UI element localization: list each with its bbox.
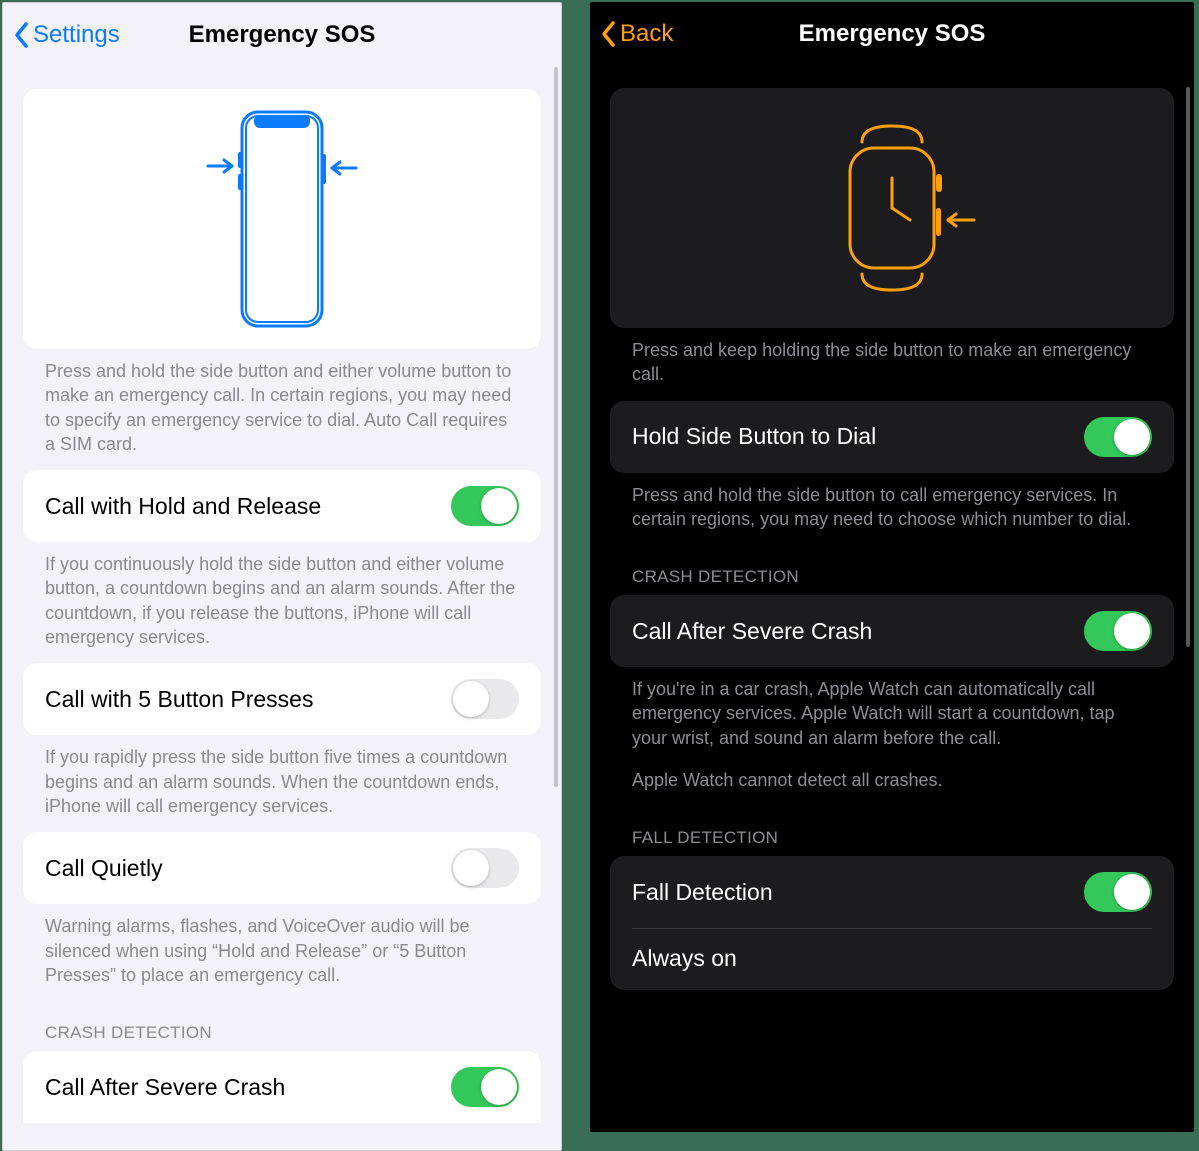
row-call-5-presses[interactable]: Call with 5 Button Presses	[23, 663, 541, 735]
row-call-quietly[interactable]: Call Quietly	[23, 832, 541, 904]
row-label: Call with 5 Button Presses	[45, 686, 313, 713]
row-footer-2: Apple Watch cannot detect all crashes.	[610, 764, 1174, 806]
chevron-left-icon	[13, 21, 31, 49]
back-button[interactable]: Settings	[13, 21, 120, 49]
hero-footer: Press and keep holding the side button t…	[610, 328, 1174, 401]
content-scroll[interactable]: Press and hold the side button and eithe…	[3, 67, 561, 1123]
back-label: Back	[620, 20, 673, 48]
toggle-call-5-presses[interactable]	[451, 679, 519, 719]
row-label: Hold Side Button to Dial	[632, 423, 876, 450]
hero-illustration	[610, 88, 1174, 328]
section-header-crash: CRASH DETECTION	[23, 1001, 541, 1051]
row-label: Call with Hold and Release	[45, 493, 321, 520]
toggle-call-after-crash[interactable]	[451, 1067, 519, 1107]
page-title: Emergency SOS	[590, 20, 1194, 48]
row-footer: Press and hold the side button to call e…	[610, 473, 1174, 546]
back-label: Settings	[33, 21, 120, 49]
chevron-left-icon	[600, 20, 618, 48]
hero-illustration	[23, 89, 541, 349]
row-footer: If you rapidly press the side button fiv…	[23, 735, 541, 832]
content-scroll[interactable]: Press and keep holding the side button t…	[590, 66, 1194, 990]
row-label: Fall Detection	[632, 879, 773, 906]
row-call-after-crash[interactable]: Call After Severe Crash	[23, 1051, 541, 1123]
back-button[interactable]: Back	[600, 20, 673, 48]
row-footer: If you're in a car crash, Apple Watch ca…	[610, 667, 1174, 764]
iphone-outline-icon	[202, 104, 362, 334]
hero-footer: Press and hold the side button and eithe…	[23, 349, 541, 470]
section-header-crash: CRASH DETECTION	[610, 545, 1174, 595]
toggle-call-hold-release[interactable]	[451, 486, 519, 526]
toggle-fall-detection[interactable]	[1084, 872, 1152, 912]
toggle-hold-side-button[interactable]	[1084, 417, 1152, 457]
row-footer: Warning alarms, flashes, and VoiceOver a…	[23, 904, 541, 1001]
scrollbar[interactable]	[554, 67, 558, 787]
row-fall-detection[interactable]: Fall Detection	[610, 856, 1174, 928]
iphone-settings-screen: Settings Emergency SOS Press and hold th…	[2, 2, 562, 1151]
row-label: Always on	[632, 945, 737, 972]
row-hold-side-button[interactable]: Hold Side Button to Dial	[610, 401, 1174, 473]
row-call-hold-release[interactable]: Call with Hold and Release	[23, 470, 541, 542]
scrollbar[interactable]	[1186, 87, 1190, 647]
toggle-call-quietly[interactable]	[451, 848, 519, 888]
section-header-fall: FALL DETECTION	[610, 806, 1174, 856]
nav-bar: Settings Emergency SOS	[3, 3, 561, 67]
watch-settings-screen: Back Emergency SOS Press and keep holdi	[590, 2, 1194, 1132]
row-label: Call Quietly	[45, 855, 163, 882]
row-label: Call After Severe Crash	[632, 618, 872, 645]
nav-bar: Back Emergency SOS	[590, 2, 1194, 66]
row-label: Call After Severe Crash	[45, 1074, 285, 1101]
row-always-on[interactable]: Always on	[610, 929, 1174, 990]
watch-outline-icon	[792, 108, 992, 308]
fall-detection-group: Fall Detection Always on	[610, 856, 1174, 990]
row-footer: If you continuously hold the side button…	[23, 542, 541, 663]
toggle-call-after-crash[interactable]	[1084, 611, 1152, 651]
row-call-after-crash[interactable]: Call After Severe Crash	[610, 595, 1174, 667]
